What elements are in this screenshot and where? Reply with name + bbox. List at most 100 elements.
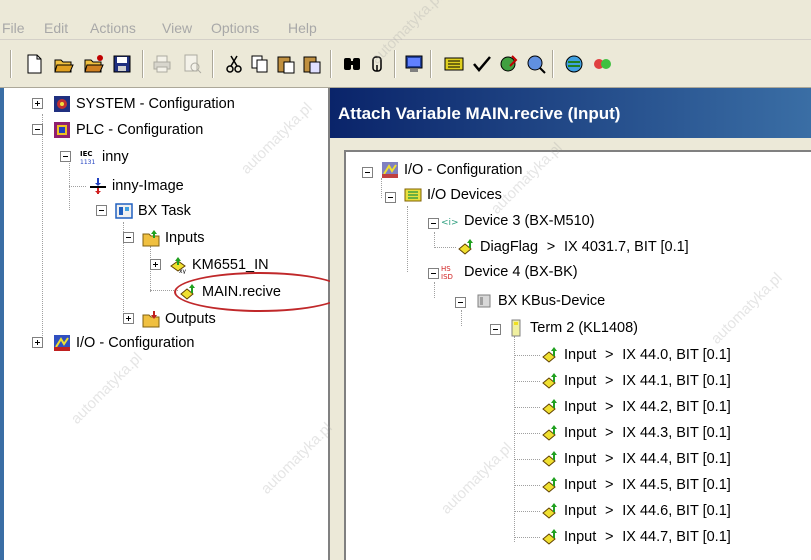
- check-icon[interactable]: [470, 52, 494, 76]
- tree-node-system[interactable]: SYSTEM - Configuration: [52, 93, 235, 115]
- collapse-plc[interactable]: [32, 124, 43, 135]
- mapping-arrow: >: [605, 347, 614, 363]
- variable-address: IX 44.1, BIT [0.1]: [622, 373, 731, 389]
- io-devices-icon: [403, 185, 423, 205]
- rtree-node-input-channel[interactable]: Input > IX 44.5, BIT [0.1]: [540, 474, 731, 496]
- input-variable-icon: [540, 475, 560, 495]
- menu-file[interactable]: File: [2, 20, 25, 36]
- expand-outputs[interactable]: [123, 313, 134, 324]
- find-next-icon[interactable]: [366, 52, 390, 76]
- expand-input-struct[interactable]: [150, 259, 161, 270]
- rtree-node-input-channel[interactable]: Input > IX 44.4, BIT [0.1]: [540, 448, 731, 470]
- tree-line: [381, 178, 382, 198]
- variable-address: IX 44.6, BIT [0.1]: [622, 503, 731, 519]
- pane-edge: [0, 88, 4, 560]
- collapse-project[interactable]: [60, 151, 71, 162]
- input-variable-icon: [456, 237, 476, 257]
- paste-special-icon[interactable]: [300, 52, 324, 76]
- print-icon[interactable]: [150, 52, 174, 76]
- collapse-io-root[interactable]: [362, 167, 373, 178]
- input-variable-icon: [540, 501, 560, 521]
- variable-address: IX 4031.7, BIT [0.1]: [564, 239, 689, 255]
- collapse-term[interactable]: [490, 324, 501, 335]
- terminal-icon: [506, 318, 526, 338]
- mapping-arrow: >: [605, 503, 614, 519]
- tree-line: [514, 355, 540, 356]
- variable-address: IX 44.7, BIT [0.1]: [622, 529, 731, 545]
- paste-icon[interactable]: [274, 52, 298, 76]
- expand-io[interactable]: [32, 337, 43, 348]
- tree-node-project[interactable]: IEC 1131 inny: [78, 146, 129, 168]
- open-icon[interactable]: [52, 52, 76, 76]
- expand-system[interactable]: [32, 98, 43, 109]
- collapse-inputs[interactable]: [123, 232, 134, 243]
- collapse-io-devices[interactable]: [385, 192, 396, 203]
- rtree-node-input-channel[interactable]: Input > IX 44.6, BIT [0.1]: [540, 500, 731, 522]
- menu-options[interactable]: Options: [211, 20, 259, 36]
- dialog-title-bar: Attach Variable MAIN.recive (Input): [330, 88, 811, 138]
- rtree-node-kbus[interactable]: BX KBus-Device: [474, 290, 605, 312]
- menu-edit[interactable]: Edit: [44, 20, 68, 36]
- tree-node-outputs[interactable]: Outputs: [141, 308, 216, 330]
- menu-view[interactable]: View: [162, 20, 192, 36]
- activate-icon[interactable]: [496, 52, 520, 76]
- kbus-device-icon: [474, 291, 494, 311]
- copy-icon[interactable]: [248, 52, 272, 76]
- rtree-node-term[interactable]: Term 2 (KL1408): [506, 317, 638, 339]
- find-icon[interactable]: [340, 52, 364, 76]
- monitor-icon[interactable]: [402, 52, 426, 76]
- input-variable-icon: [540, 423, 560, 443]
- outputs-folder-icon: [141, 309, 161, 329]
- tree-node-task[interactable]: BX Task: [114, 200, 191, 222]
- tree-line: [514, 407, 540, 408]
- tree-line: [434, 247, 456, 248]
- tree-line: [514, 433, 540, 434]
- mapping-arrow: >: [605, 425, 614, 441]
- collapse-device3[interactable]: [428, 218, 439, 229]
- tree-node-plc[interactable]: PLC - Configuration: [52, 119, 203, 141]
- tree-label: I/O - Configuration: [76, 335, 195, 351]
- global-icon[interactable]: [562, 52, 586, 76]
- print-preview-icon[interactable]: [180, 52, 204, 76]
- network-icon[interactable]: [590, 52, 614, 76]
- rtree-node-input-channel[interactable]: Input > IX 44.0, BIT [0.1]: [540, 344, 731, 366]
- collapse-kbus[interactable]: [455, 297, 466, 308]
- menu-actions[interactable]: Actions: [90, 20, 136, 36]
- open-folder-icon[interactable]: [82, 52, 106, 76]
- rtree-node-input-channel[interactable]: Input > IX 44.7, BIT [0.1]: [540, 526, 731, 548]
- rtree-node-io-devices[interactable]: I/O Devices: [403, 184, 502, 206]
- rtree-node-input-channel[interactable]: Input > IX 44.2, BIT [0.1]: [540, 396, 731, 418]
- io-icon[interactable]: [442, 52, 466, 76]
- cut-icon[interactable]: [222, 52, 246, 76]
- tree-node-io[interactable]: I/O - Configuration: [52, 332, 194, 354]
- rtree-node-io-root[interactable]: I/O - Configuration: [380, 159, 522, 181]
- variable-address: IX 44.4, BIT [0.1]: [622, 451, 731, 467]
- save-icon[interactable]: [110, 52, 134, 76]
- tree-line: [434, 232, 435, 248]
- tree-node-inputs[interactable]: Inputs: [141, 227, 205, 249]
- tree-label: I/O - Configuration: [404, 162, 523, 178]
- collapse-device4[interactable]: [428, 268, 439, 279]
- tree-line: [514, 537, 540, 538]
- variable-address: IX 44.5, BIT [0.1]: [622, 477, 731, 493]
- variable-address: IX 44.2, BIT [0.1]: [622, 399, 731, 415]
- rtree-node-device3[interactable]: <i> Device 3 (BX-M510): [440, 210, 595, 232]
- toolbar-separator: [142, 50, 144, 78]
- tree-node-project-image[interactable]: inny-Image: [88, 175, 184, 197]
- inputs-folder-icon: [141, 228, 161, 248]
- io-config-icon: [380, 160, 400, 180]
- tree-line: [69, 158, 70, 210]
- rtree-node-input-channel[interactable]: Input > IX 44.3, BIT [0.1]: [540, 422, 731, 444]
- mapping-arrow: >: [546, 239, 556, 255]
- rtree-node-input-channel[interactable]: Input > IX 44.1, BIT [0.1]: [540, 370, 731, 392]
- tree-label: Outputs: [165, 311, 216, 327]
- tree-label: Input: [564, 503, 597, 519]
- collapse-task[interactable]: [96, 205, 107, 216]
- new-icon[interactable]: [22, 52, 46, 76]
- scan-icon[interactable]: [524, 52, 548, 76]
- rtree-node-diagflag[interactable]: DiagFlag > IX 4031.7, BIT [0.1]: [456, 236, 689, 258]
- menu-help[interactable]: Help: [288, 20, 317, 36]
- tree-line: [407, 206, 408, 272]
- plc-config-icon: [52, 120, 72, 140]
- rtree-node-device4[interactable]: HS ISD Device 4 (BX-BK): [440, 261, 578, 283]
